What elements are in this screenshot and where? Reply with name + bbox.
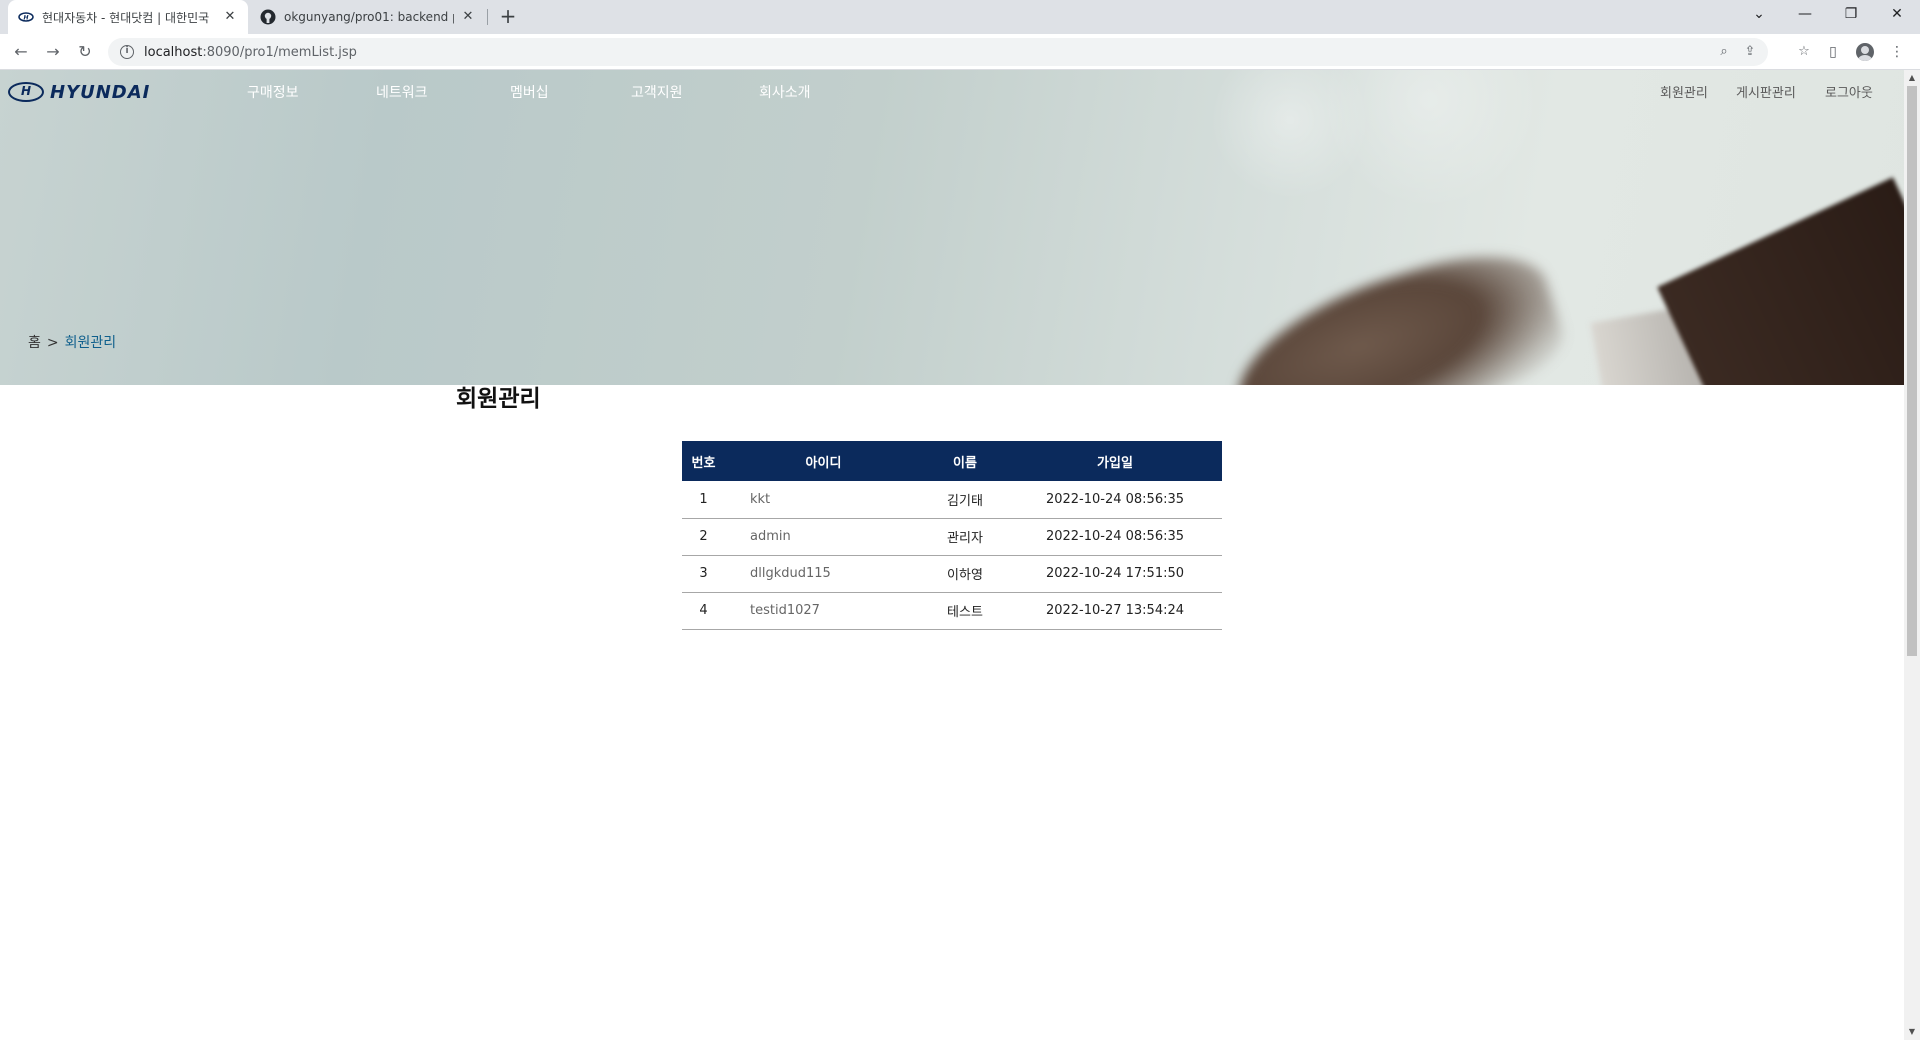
cell-joined: 2022-10-27 13:54:24 [1008,592,1222,630]
nav-company-intro[interactable]: 회사소개 [759,72,811,114]
breadcrumb: 홈 > 회원관리 [28,332,116,352]
page-viewport: HYUNDAI 구매정보 네트워크 멤버십 고객지원 회사소개 회원관리 게시판… [0,70,1904,1040]
side-panel-icon[interactable]: ▯ [1820,39,1846,65]
scroll-down-icon[interactable]: ▼ [1904,1024,1920,1040]
util-board-admin[interactable]: 게시판관리 [1736,74,1796,114]
close-tab-icon[interactable]: ✕ [460,9,476,25]
back-arrow-icon[interactable]: ← [8,39,34,65]
cell-id-link[interactable]: kkt [725,481,922,519]
forward-arrow-icon[interactable]: → [40,39,66,65]
zoom-icon[interactable]: ⌕ [1714,42,1734,62]
reload-icon[interactable]: ↻ [72,39,98,65]
vertical-scrollbar[interactable]: ▲ ▼ [1904,70,1920,1040]
browser-tab-strip: H 현대자동차 - 현대닷컴 | 대한민국 ✕ okgunyang/pro01:… [0,0,1920,34]
breadcrumb-current[interactable]: 회원관리 [65,335,117,351]
hyundai-favicon-icon: H [18,9,34,25]
util-logout[interactable]: 로그아웃 [1825,74,1873,114]
restore-icon[interactable]: ❐ [1828,0,1874,30]
table-row: 2 admin 관리자 2022-10-24 08:56:35 [682,518,1222,556]
kebab-menu-icon[interactable]: ⋮ [1884,39,1910,65]
cell-joined: 2022-10-24 08:56:35 [1008,481,1222,519]
header-id: 아이디 [725,441,922,481]
util-member-admin[interactable]: 회원관리 [1660,74,1708,114]
scroll-up-icon[interactable]: ▲ [1904,70,1920,86]
svg-text:H: H [23,15,28,22]
hyundai-logo-icon [8,82,44,102]
new-tab-icon[interactable]: + [496,5,520,29]
info-icon[interactable]: i [120,45,134,59]
nav-membership[interactable]: 멤버십 [510,72,549,114]
scrollbar-thumb[interactable] [1907,86,1917,656]
close-tab-icon[interactable]: ✕ [222,9,238,25]
browser-toolbar: ← → ↻ i localhost:8090/pro1/memList.jsp … [0,34,1920,70]
cell-id-link[interactable]: admin [725,518,922,556]
page-title: 회원관리 [456,386,541,412]
nav-customer-support[interactable]: 고객지원 [631,72,683,114]
cell-name: 김기태 [922,481,1008,519]
url-text: localhost:8090/pro1/memList.jsp [144,44,357,60]
table-row: 3 dllgkdud115 이하영 2022-10-24 17:51:50 [682,555,1222,593]
header-no: 번호 [682,441,725,481]
cell-no: 4 [682,592,725,630]
nav-network[interactable]: 네트워크 [376,72,428,114]
light-glow [1320,70,1540,210]
tab-github[interactable]: okgunyang/pro01: backend proj ✕ [250,0,486,34]
profile-icon[interactable] [1852,39,1878,65]
table-row: 4 testid1027 테스트 2022-10-27 13:54:24 [682,592,1222,630]
member-table: 번호 아이디 이름 가입일 1 kkt 김기태 2022-10-24 08:56… [682,441,1222,630]
star-icon[interactable]: ☆ [1794,42,1814,62]
tab-search-chevron-icon[interactable]: ⌄ [1736,0,1782,30]
tab-title: okgunyang/pro01: backend proj [284,10,454,24]
table-header-row: 번호 아이디 이름 가입일 [682,441,1222,481]
table-row: 1 kkt 김기태 2022-10-24 08:56:35 [682,481,1222,519]
tab-hyundai[interactable]: H 현대자동차 - 현대닷컴 | 대한민국 ✕ [8,0,248,34]
cell-no: 2 [682,518,725,556]
minimize-icon[interactable]: — [1782,0,1828,30]
header-joined: 가입일 [1008,441,1222,481]
hyundai-logo[interactable]: HYUNDAI [8,81,151,103]
breadcrumb-separator: > [46,335,59,351]
cell-name: 테스트 [922,592,1008,630]
cell-joined: 2022-10-24 17:51:50 [1008,555,1222,593]
cell-joined: 2022-10-24 08:56:35 [1008,518,1222,556]
logo-text: HYUNDAI [50,81,151,103]
window-close-icon[interactable]: ✕ [1874,0,1920,30]
header-name: 이름 [922,441,1008,481]
address-bar[interactable]: i localhost:8090/pro1/memList.jsp ⌕ ⇪ ☆ [108,38,1810,66]
cell-no: 3 [682,555,725,593]
github-favicon-icon [260,9,276,25]
hero-banner [0,70,1904,385]
tab-separator [487,9,488,25]
cell-id-link[interactable]: testid1027 [725,592,922,630]
hand-image [1216,232,1574,385]
tab-title: 현대자동차 - 현대닷컴 | 대한민국 [42,10,210,25]
cell-id-link[interactable]: dllgkdud115 [725,555,922,593]
cell-name: 관리자 [922,518,1008,556]
cell-name: 이하영 [922,555,1008,593]
sleeve-image [1657,177,1904,385]
share-icon[interactable]: ⇪ [1740,42,1760,62]
cell-no: 1 [682,481,725,519]
nav-purchase-info[interactable]: 구매정보 [247,72,299,114]
breadcrumb-home[interactable]: 홈 [28,335,41,351]
